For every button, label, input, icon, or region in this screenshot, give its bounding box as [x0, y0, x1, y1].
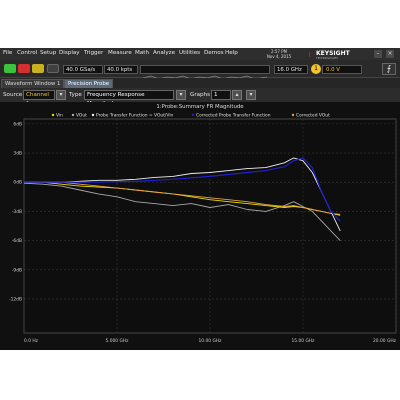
graphs-up-icon[interactable]: ▴ — [232, 90, 242, 100]
toolbar: 40.0 GSa/s 40.0 kpts 16.0 GHz 1 0.0 V ⨍ — [0, 60, 400, 80]
menu-demos[interactable]: Demos — [204, 50, 224, 56]
chart-title: 1:Probe:Summary FR Magnitude — [156, 104, 244, 110]
menu-bar: File Control Setup Display Trigger Measu… — [0, 48, 400, 60]
legend-label: Corrected Probe Transfer Function — [196, 113, 271, 119]
oscilloscope-screen: File Control Setup Display Trigger Measu… — [0, 48, 400, 350]
graphs-label: Graphs — [190, 92, 211, 98]
legend-label: Probe Transfer Function = VOut/Vin — [96, 113, 174, 119]
close-button[interactable]: × — [386, 50, 394, 58]
keysight-wave-icon: ⌇ — [308, 51, 312, 59]
menu-help[interactable]: Help — [225, 50, 238, 56]
tab-waveform-window-1[interactable]: Waveform Window 1 — [1, 79, 65, 88]
keysight-logo: ⌇ KEYSIGHT TECHNOLOGIES — [308, 49, 368, 60]
bandwidth-display: 16.0 GHz — [274, 65, 308, 74]
tab-precision-probe[interactable]: Precision Probe — [64, 79, 114, 88]
menu-file[interactable]: File — [3, 50, 12, 56]
legend-marker — [51, 113, 55, 117]
offset-display[interactable]: 0.0 V — [322, 65, 362, 74]
chart-svg: 1:Probe:Summary FR Magnitude Vin VOut Prob… — [0, 102, 400, 350]
fr-magnitude-chart: 1:Probe:Summary FR Magnitude Vin VOut Prob… — [0, 102, 400, 350]
x-tick-label: 20.00 GHz — [373, 338, 397, 344]
probe-settings-row: Source Channel 1 ▾ Type Frequency Respon… — [0, 88, 400, 107]
x-tick-label: 0.0 Hz — [24, 338, 39, 344]
menu-utilities[interactable]: Utilities — [179, 50, 200, 56]
menu-trigger[interactable]: Trigger — [84, 50, 103, 56]
legend-marker — [291, 113, 295, 117]
stop-button[interactable] — [18, 64, 30, 73]
y-tick-label: 0dB — [13, 180, 22, 186]
source-field[interactable]: Channel 1 — [23, 90, 55, 107]
graphs-down-icon[interactable]: ▾ — [246, 90, 256, 100]
run-button[interactable] — [4, 64, 16, 73]
y-tick-label: -3dB — [12, 209, 22, 215]
x-tick-label: 15.00 GHz — [292, 338, 316, 344]
y-tick-label: -12dB — [9, 296, 22, 302]
menu-measure[interactable]: Measure — [108, 50, 132, 56]
y-tick-label: -6dB — [12, 238, 22, 244]
legend-label: Corrected VOut — [296, 113, 330, 119]
y-tick-label: -9dB — [12, 267, 22, 273]
auto-button[interactable] — [47, 64, 59, 73]
minimize-button[interactable]: – — [374, 50, 382, 58]
x-tick-label: 10.00 GHz — [199, 338, 223, 344]
window-tabs: Waveform Window 1 Precision Probe — [0, 78, 400, 88]
graphs-field[interactable]: 1 — [211, 90, 231, 100]
clock: 2:57 PM Nov 4, 2015 — [262, 49, 296, 59]
type-label: Type — [69, 92, 82, 98]
trigger-icon[interactable]: ⨍ — [382, 63, 396, 75]
source-dropdown-icon[interactable]: ▾ — [56, 90, 66, 100]
y-tick-label: 3dB — [13, 151, 22, 157]
legend-label: VOut — [76, 113, 87, 119]
single-button[interactable] — [32, 64, 44, 73]
type-dropdown-icon[interactable]: ▾ — [176, 90, 186, 100]
memory-depth-display: 40.0 kpts — [104, 65, 138, 74]
clock-date: Nov 4, 2015 — [266, 54, 292, 59]
menu-setup[interactable]: Setup — [40, 50, 56, 56]
x-tick-label: 5.000 GHz — [106, 338, 130, 344]
legend-label: Vin — [56, 113, 63, 119]
menu-display[interactable]: Display — [59, 50, 80, 56]
channel1-indicator[interactable]: 1 — [311, 64, 321, 74]
legend-marker — [191, 113, 195, 117]
menu-analyze[interactable]: Analyze — [153, 50, 175, 56]
source-label: Source — [3, 92, 23, 98]
sample-rate-display: 40.0 GSa/s — [63, 65, 103, 74]
menu-math[interactable]: Math — [135, 50, 149, 56]
type-field[interactable]: Frequency Response Magnitude — [84, 90, 174, 107]
legend-marker — [71, 113, 75, 117]
zoom-timebar[interactable] — [140, 65, 270, 80]
legend-marker — [91, 113, 95, 117]
menu-control[interactable]: Control — [17, 50, 37, 56]
y-tick-label: 6dB — [13, 121, 22, 127]
